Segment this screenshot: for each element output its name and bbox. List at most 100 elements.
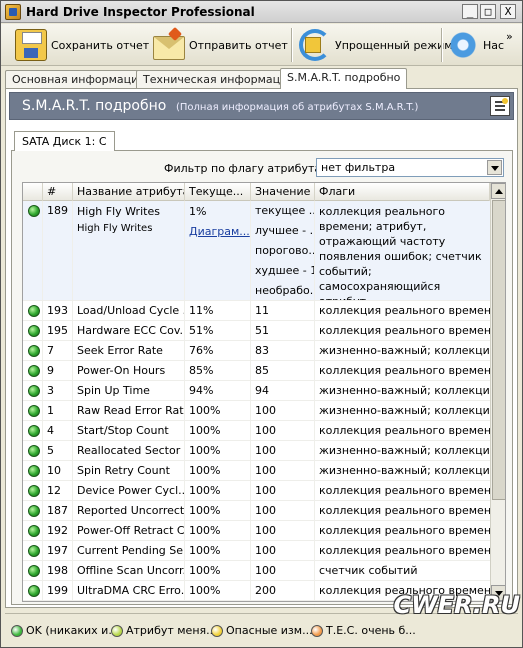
toolbar: Сохранить отчет Отправить отчет Упрощенн… [1,24,522,66]
cell-id: 3 [43,381,73,400]
settings-button[interactable]: Нас [447,27,504,63]
tab-technical-info[interactable]: Техническая информация [136,70,301,88]
value-current: текущее ... [255,204,315,217]
vertical-scrollbar[interactable] [490,183,505,601]
status-ok-icon [28,525,40,537]
table-row[interactable]: 12 Device Power Cycl... 100% 100 коллекция р… [23,481,490,501]
yellow-status-icon [211,624,223,637]
table-row[interactable]: 198 Offline Scan Uncorr... 100% 100 счетчик … [23,561,490,581]
window-title: Hard Drive Inspector Professional [26,5,255,19]
column-current[interactable]: Текуще... [185,183,251,201]
cell-current: 100% [185,461,251,480]
chevron-down-icon[interactable] [487,160,502,175]
green-status-icon [11,624,23,637]
tab-general-info[interactable]: Основная информация [5,70,152,88]
scroll-up-button[interactable] [491,183,505,199]
table-row[interactable]: 1 Raw Read Error Rate 100% 100 жизненно-важн… [23,401,490,421]
tab-smart-details[interactable]: S.M.A.R.T. подробно [280,68,408,89]
attribute-name-detail: High Fly Writes [77,223,153,234]
cell-value: 85 [251,361,315,380]
toolbar-overflow-button[interactable]: » [506,30,513,43]
cell-flags: коллекция реального времен... [319,544,490,557]
cell-flags: коллекция реального времен... [319,524,490,537]
send-report-button[interactable]: Отправить отчет [153,27,288,63]
section-header: S.M.A.R.T. подробно (Полная информация о… [9,92,514,120]
filter-label: Фильтр по флагу атрибута: [164,162,325,175]
minimize-button[interactable]: _ [462,4,478,19]
status-cell [23,541,43,560]
simple-mode-button[interactable]: Упрощенный режим [299,27,453,63]
cell-value: 94 [251,381,315,400]
app-window: Hard Drive Inspector Professional _ □ X … [0,0,523,648]
table-row[interactable]: 10 Spin Retry Count 100% 100 жизненно-важный… [23,461,490,481]
status-cell [23,321,43,340]
cell-id: 10 [43,461,73,480]
cell-id: 1 [43,401,73,420]
value-best: лучшее - ... [255,224,315,237]
table-row[interactable]: 197 Current Pending Se... 100% 100 коллекция… [23,541,490,561]
cell-current: 76% [185,341,251,360]
cell-value: 100 [251,401,315,420]
cell-flags: коллекция реального времен... [319,484,490,497]
value-raw: необрабо... [255,284,315,297]
section-title: S.M.A.R.T. подробно [22,98,167,114]
status-ok-icon [28,465,40,477]
column-id[interactable]: # [43,183,73,201]
cell-value: 100 [251,441,315,460]
legend-tec: Т.Е.С. очень б... [311,624,416,637]
cell-value: 100 [251,541,315,560]
table-row[interactable]: 5 Reallocated Sector ... 100% 100 жизненно-в… [23,441,490,461]
table-row[interactable]: 195 Hardware ECC Cov... 51% 51 коллекция реа… [23,321,490,341]
table-row[interactable]: 192 Power-Off Retract C... 100% 100 коллекци… [23,521,490,541]
table-row[interactable]: 7 Seek Error Rate 76% 83 жизненно-важный; ко… [23,341,490,361]
column-name[interactable]: Название атрибута [73,183,185,201]
cell-flags: коллекция реального времен... [319,324,490,337]
yellowgreen-status-icon [111,624,123,637]
cell-name: Seek Error Rate [73,341,185,360]
value-worst: худшее - 1 [255,264,315,277]
legend-changed: Атрибут меня... [111,624,217,637]
legend-tec-label: Т.Е.С. очень б... [326,624,416,637]
cell-name: Raw Read Error Rate [73,401,185,420]
grid-header: # Название атрибута Текуще... Значение Ф… [23,183,490,201]
filter-value: нет фильтра [321,161,396,174]
cell-value: текущее ... лучшее - ... порогово... худ… [251,201,315,300]
column-flags[interactable]: Флаги [315,183,490,201]
cell-id: 192 [43,521,73,540]
scroll-thumb[interactable] [492,200,505,500]
status-ok-icon [28,205,40,217]
cell-id: 189 [43,201,73,300]
save-report-button[interactable]: Сохранить отчет [15,27,149,63]
status-ok-icon [28,385,40,397]
legend-ok: OK (никаких и... [11,624,119,637]
report-icon[interactable] [490,96,510,116]
cell-name: Reported Uncorrect [73,501,185,520]
maximize-button[interactable]: □ [480,4,496,19]
status-ok-icon [28,305,40,317]
table-row[interactable]: 4 Start/Stop Count 100% 100 коллекция реальн… [23,421,490,441]
cell-value: 51 [251,321,315,340]
cell-current: 100% [185,541,251,560]
legend-ok-label: OK (никаких и... [26,624,119,637]
cell-id: 4 [43,421,73,440]
table-row[interactable]: 193 Load/Unload Cycle ... 11% 11 коллекция р… [23,301,490,321]
column-value[interactable]: Значение [251,183,315,201]
status-cell [23,581,43,600]
tab-disk[interactable]: SATA Диск 1: C [14,131,115,151]
status-cell [23,461,43,480]
diagram-link[interactable]: Диаграм... [189,224,250,239]
cell-flags: коллекция реального времен... [319,304,490,317]
cell-name: Device Power Cycl... [73,481,185,500]
table-row[interactable]: 187 Reported Uncorrect 100% 100 коллекция ре… [23,501,490,521]
cell-current: 100% [185,481,251,500]
cell-current: 100% [185,501,251,520]
filter-dropdown[interactable]: нет фильтра [316,158,504,177]
table-row-selected[interactable]: 189 High Fly Writes High Fly Writes 1% Д… [23,201,490,301]
table-row[interactable]: 9 Power-On Hours 85% 85 коллекция реального … [23,361,490,381]
column-status[interactable] [23,183,43,201]
cell-id: 5 [43,441,73,460]
close-button[interactable]: X [500,4,516,19]
cell-flags: коллекция реального времен... [319,504,490,517]
status-cell [23,201,43,300]
table-row[interactable]: 3 Spin Up Time 94% 94 жизненно-важный; колле… [23,381,490,401]
